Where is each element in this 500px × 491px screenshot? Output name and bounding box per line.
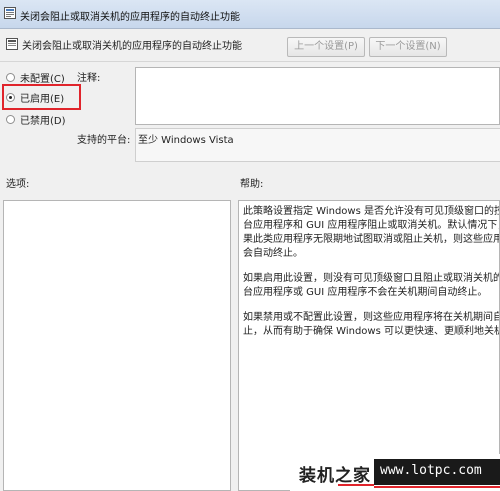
- header-divider: [0, 61, 500, 62]
- radio-circle-icon: [6, 114, 15, 124]
- watermark-url: www.lotpc.com: [380, 463, 482, 478]
- help-panel[interactable]: 此策略设置指定 Windows 是否允许没有可见顶级窗口的控制台应用程序和 GU…: [238, 200, 500, 491]
- help-paragraph: 如果启用此设置，则没有可见顶级窗口且阻止或取消关机的控制台应用程序或 GUI 应…: [243, 273, 500, 298]
- comment-label: 注释:: [77, 73, 101, 84]
- watermark-brand: 装机之家: [299, 466, 371, 486]
- next-setting-button[interactable]: 下一个设置(N): [369, 37, 447, 57]
- options-panel: [3, 200, 231, 491]
- help-label: 帮助:: [240, 179, 264, 190]
- enabled-highlight-box: [2, 84, 81, 110]
- platform-value: 至少 Windows Vista: [138, 135, 234, 146]
- radio-label: 已禁用(D): [20, 115, 66, 127]
- policy-icon: [4, 7, 16, 19]
- watermark-accent-line: [338, 484, 374, 486]
- platform-label: 支持的平台:: [77, 135, 131, 146]
- options-label: 选项:: [6, 179, 30, 190]
- radio-circle-icon: [6, 72, 15, 82]
- window-title: 关闭会阻止或取消关机的应用程序的自动终止功能: [20, 12, 240, 23]
- previous-setting-button[interactable]: 上一个设置(P): [287, 37, 365, 57]
- help-paragraph: 此策略设置指定 Windows 是否允许没有可见顶级窗口的控制台应用程序和 GU…: [243, 206, 500, 259]
- help-paragraph: 如果禁用或不配置此设置，则这些应用程序将在关机期间自动终止，从而有助于确保 Wi…: [243, 312, 500, 337]
- radio-disabled[interactable]: 已禁用(D): [6, 110, 66, 128]
- radio-label: 未配置(C): [20, 73, 65, 85]
- policy-title: 关闭会阻止或取消关机的应用程序的自动终止功能: [22, 41, 242, 52]
- comment-textbox[interactable]: [135, 67, 500, 125]
- window-titlebar: 关闭会阻止或取消关机的应用程序的自动终止功能: [0, 0, 500, 29]
- setting-icon: [6, 38, 18, 50]
- watermark-accent-line: [374, 486, 500, 488]
